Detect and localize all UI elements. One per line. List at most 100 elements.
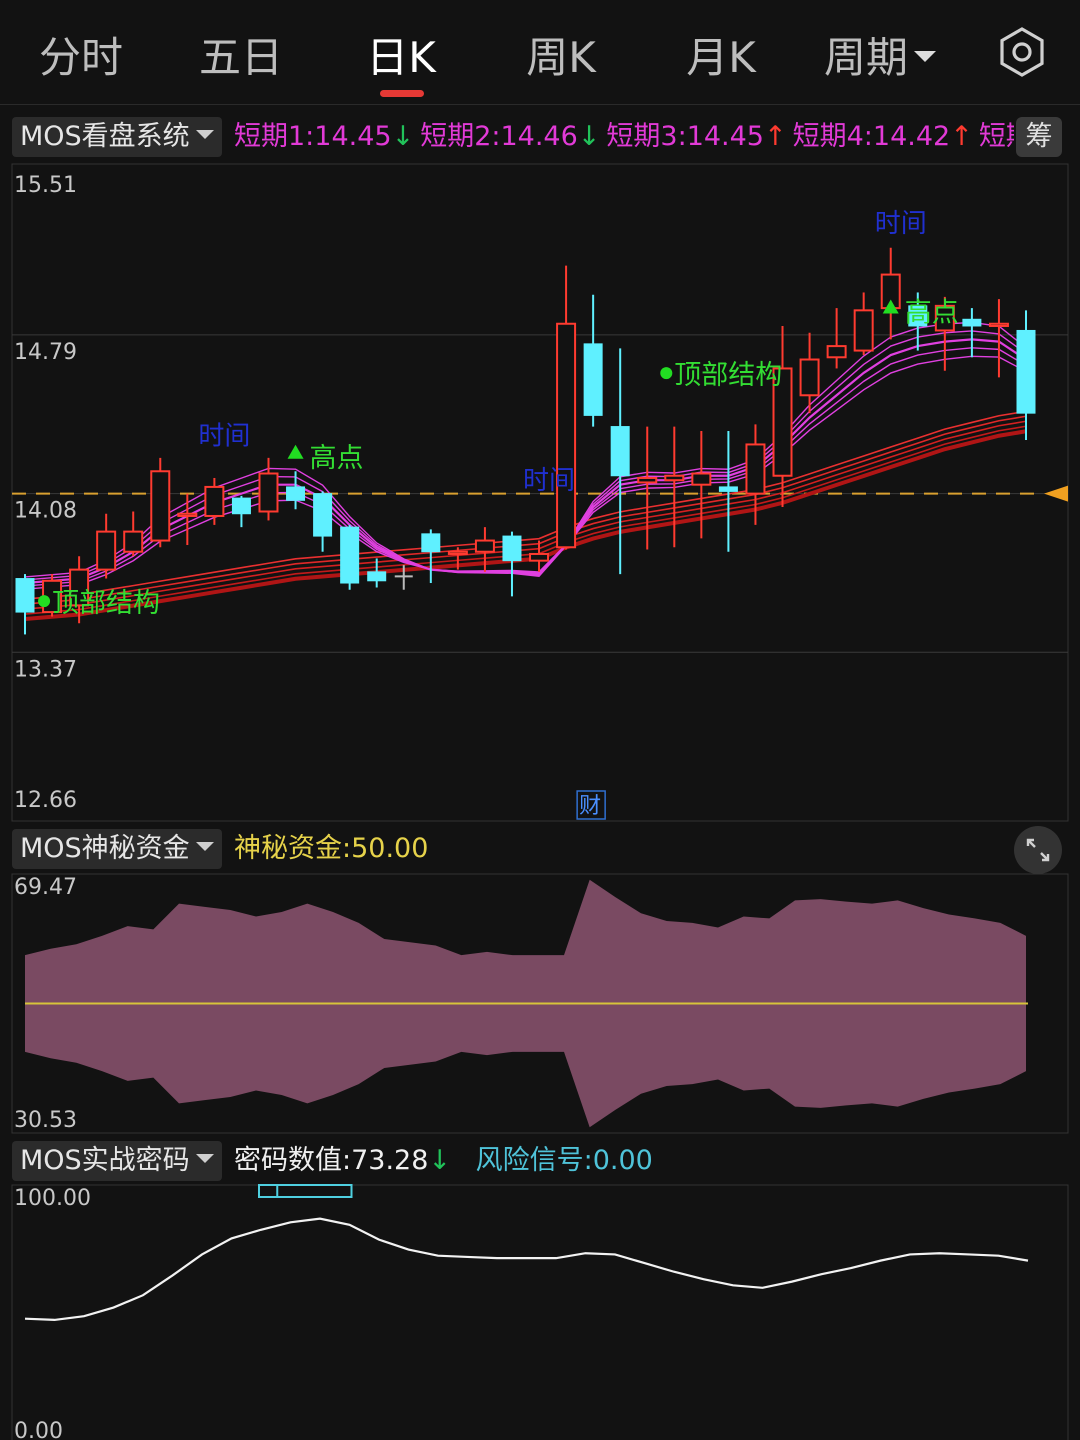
stock-chart: 15.5114.7914.0813.3712.66 顶部结构时间高点时间顶部结构… xyxy=(11,163,1069,1440)
candle-body xyxy=(988,322,1009,327)
y-tick-label: 12.66 xyxy=(14,788,77,813)
long-term-ma-line xyxy=(24,425,1027,615)
long-term-ma-line xyxy=(24,415,1027,605)
candle-body xyxy=(610,426,630,477)
candle-body xyxy=(962,318,982,327)
long-term-ma-line xyxy=(24,410,1027,600)
code-value-line xyxy=(24,1217,1029,1322)
code-value-label: 密码数值: xyxy=(234,1145,352,1176)
time-label: 时间 xyxy=(523,466,575,496)
finance-event-marker xyxy=(576,790,606,820)
expand-button[interactable] xyxy=(1014,826,1062,874)
short-term-ma-line xyxy=(24,347,1027,587)
main-indicator-values: 短期1:14.45↓ 短期2:14.46↓ 短期3:14.45↑ 短期4:14.42↑… xyxy=(234,117,1014,157)
candle-body xyxy=(1016,329,1036,414)
y-tick-label: 13.37 xyxy=(14,657,77,682)
candle-body xyxy=(799,358,820,397)
risk-signal-value: 0.00 xyxy=(592,1145,653,1176)
finance-event-label: 财 xyxy=(579,794,601,819)
candle-body xyxy=(421,533,441,553)
candle-body xyxy=(42,579,63,614)
candle-body xyxy=(96,530,117,571)
code-value: 73.28 xyxy=(351,1145,429,1176)
candle-body xyxy=(177,512,198,517)
fund-indicator-selector[interactable]: MOS神秘资金 xyxy=(12,829,222,869)
signal-dot-icon xyxy=(38,595,51,608)
long-term-ma-line xyxy=(24,429,1027,622)
short-term-label: 短期4: xyxy=(792,121,873,152)
y-tick-label: 0.00 xyxy=(14,1419,63,1440)
candle-body xyxy=(150,470,171,542)
top-structure-label: 顶部结构 xyxy=(674,360,782,391)
candle-body xyxy=(880,273,901,310)
tab-five-day[interactable]: 五日 xyxy=(196,24,286,85)
code-indicator-selector[interactable]: MOS实战密码 xyxy=(12,1141,222,1181)
short-term-value: 14.45 xyxy=(686,121,764,152)
fund-value: 50.00 xyxy=(351,833,429,864)
candle-body xyxy=(556,322,577,549)
candle-body xyxy=(583,343,603,416)
tab-daily-k[interactable]: 日K xyxy=(356,24,446,85)
fund-chart-frame xyxy=(11,873,1069,1134)
period-label: 周期 xyxy=(824,33,909,82)
candle-body xyxy=(15,578,35,613)
candle-body xyxy=(367,571,387,582)
candle-body xyxy=(691,472,712,486)
code-indicator-values: 密码数值:73.28↓ 风险信号:0.00 xyxy=(234,1141,653,1181)
candle-body xyxy=(664,474,685,482)
tab-period-dropdown[interactable]: 周期 xyxy=(824,24,948,85)
candle-body xyxy=(340,526,360,584)
tab-weekly-k[interactable]: 周K xyxy=(516,24,606,85)
top-structure-label: 顶部结构 xyxy=(52,588,160,619)
candle-body xyxy=(529,552,550,562)
short-term-ma-line xyxy=(24,355,1027,590)
candle-body xyxy=(718,486,738,492)
time-label: 时间 xyxy=(198,421,250,451)
signal-dot-icon xyxy=(660,367,673,380)
fund-indicator-name: MOS神秘资金 xyxy=(20,833,190,864)
main-chart-frame xyxy=(11,163,1069,822)
candle-body xyxy=(934,304,955,332)
candle-body xyxy=(258,472,279,513)
up-arrow-icon: ↑ xyxy=(763,121,787,152)
candle-body xyxy=(772,367,793,477)
short-term-label: 短期3: xyxy=(606,121,687,152)
candle-body xyxy=(908,305,928,327)
candle-body xyxy=(637,476,658,484)
tab-monthly-k[interactable]: 月K xyxy=(676,24,766,85)
candle-body xyxy=(123,530,144,553)
candle-body xyxy=(447,550,468,555)
gear-icon[interactable] xyxy=(996,26,1048,78)
chevron-down-icon xyxy=(195,1154,214,1163)
main-indicator-name: MOS看盘系统 xyxy=(20,121,190,152)
candle-body xyxy=(313,493,333,537)
down-arrow-icon: ↓ xyxy=(391,121,415,152)
main-indicator-selector[interactable]: MOS看盘系统 xyxy=(12,117,222,157)
down-arrow-icon: ↓ xyxy=(577,121,601,152)
candle-body xyxy=(745,443,766,495)
short-term-value: 14.46 xyxy=(500,121,578,152)
down-arrow-icon: ↓ xyxy=(428,1145,452,1176)
chevron-down-icon xyxy=(914,51,937,62)
tab-intraday[interactable]: 分时 xyxy=(36,24,126,85)
up-arrow-icon: ↑ xyxy=(950,121,973,152)
candle-body xyxy=(853,309,874,352)
short-term-ma-line xyxy=(24,321,1027,578)
fund-label: 神秘资金: xyxy=(234,833,352,864)
short-term-label: 短期5 xyxy=(978,121,1014,152)
triangle-up-icon xyxy=(882,299,899,314)
fund-area xyxy=(25,879,1026,1128)
short-term-value: 14.45 xyxy=(314,121,392,152)
short-term-label: 短期2: xyxy=(420,121,501,152)
y-tick-label: 15.51 xyxy=(14,173,77,198)
y-tick-label: 30.53 xyxy=(14,1108,77,1133)
chip-distribution-button[interactable]: 筹 xyxy=(1016,117,1062,157)
chevron-down-icon xyxy=(195,130,214,139)
y-tick-label: 100.00 xyxy=(14,1186,91,1211)
candle-body xyxy=(231,497,251,515)
chevron-down-icon xyxy=(195,842,214,851)
fund-indicator-values: 神秘资金:50.00 xyxy=(234,829,428,869)
active-tab-indicator xyxy=(380,90,424,97)
time-label: 时间 xyxy=(875,209,927,239)
y-tick-label: 14.79 xyxy=(14,340,77,365)
